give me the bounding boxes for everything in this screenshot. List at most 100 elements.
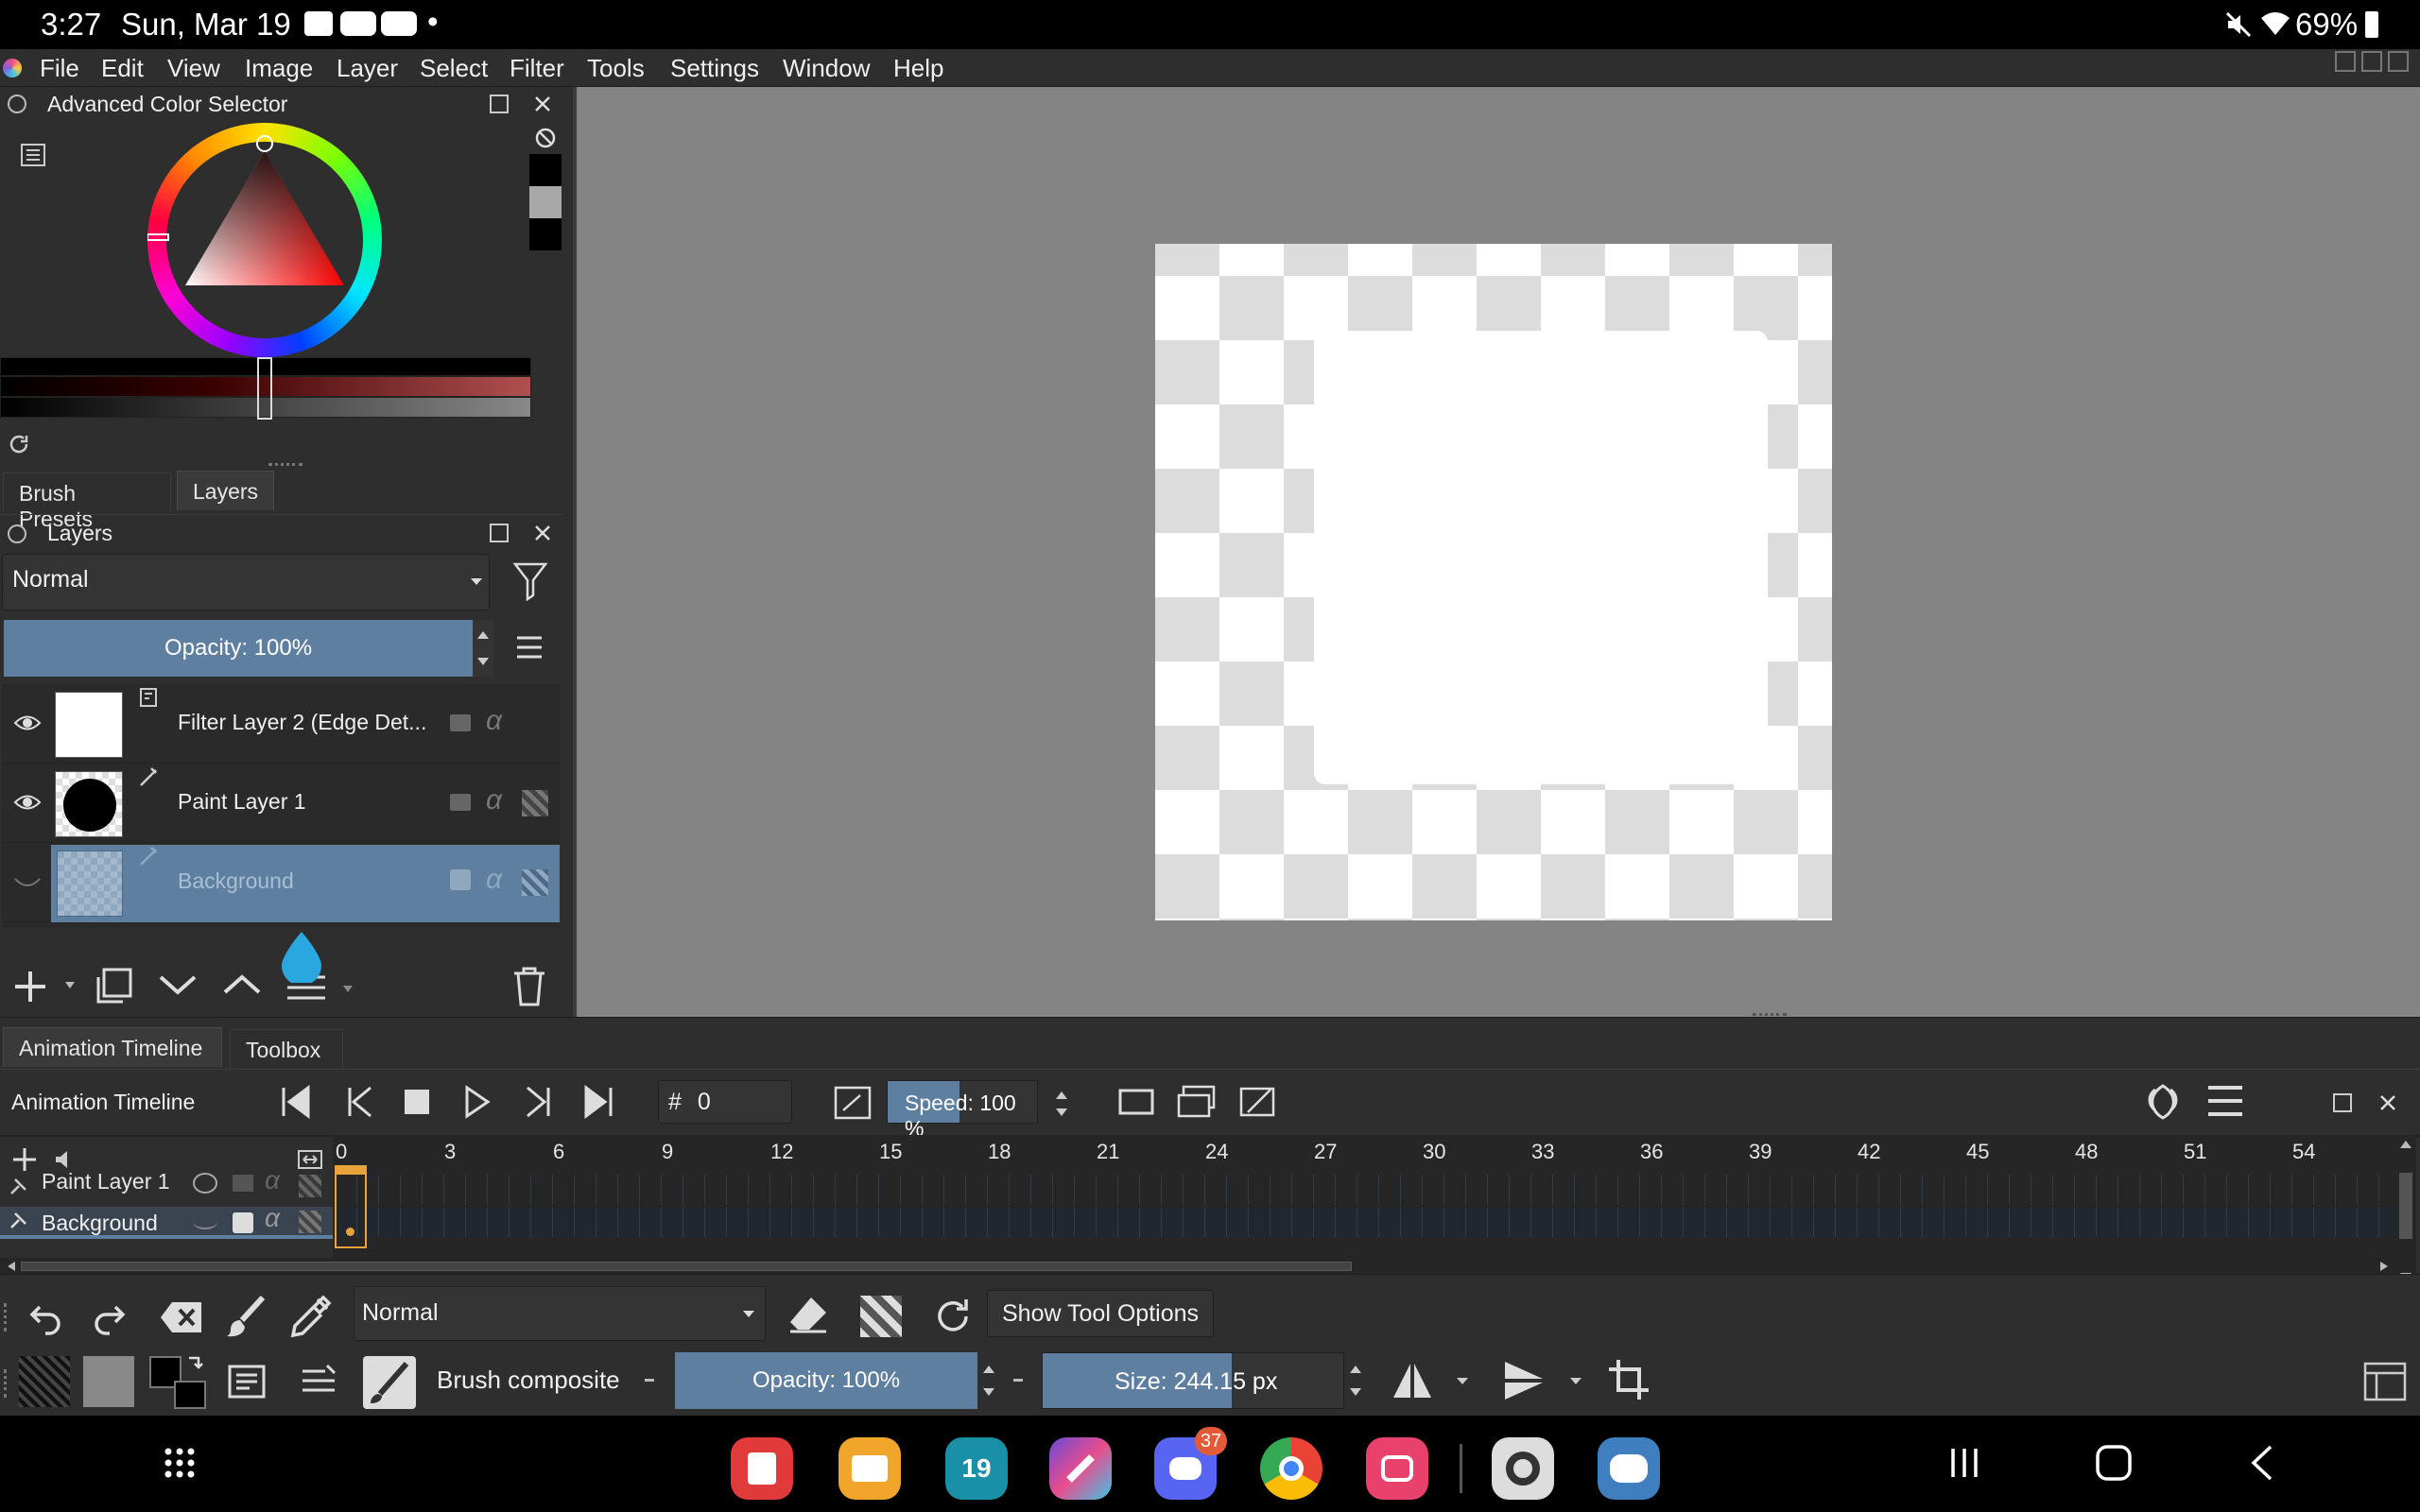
color-selector-settings-icon[interactable] bbox=[21, 144, 45, 166]
unlocked-icon[interactable] bbox=[450, 714, 471, 731]
menu-layer[interactable]: Layer bbox=[337, 54, 398, 83]
inherit-alpha-icon[interactable] bbox=[299, 1175, 321, 1197]
frame-row-background[interactable] bbox=[335, 1207, 2401, 1237]
opacity-spin-buttons[interactable] bbox=[979, 1358, 998, 1403]
timeline-settings-menu-icon[interactable] bbox=[2206, 1084, 2244, 1118]
brush-opacity-slider[interactable]: Opacity: 100% bbox=[675, 1352, 977, 1409]
notes-app-icon[interactable] bbox=[731, 1437, 793, 1500]
timeline-layer-row[interactable]: Paint Layer 1 α bbox=[0, 1165, 333, 1205]
inherit-alpha-icon[interactable] bbox=[299, 1211, 321, 1233]
float-docker-icon[interactable] bbox=[490, 524, 509, 542]
menu-select[interactable]: Select bbox=[420, 54, 488, 83]
brush-preset-thumbnail[interactable] bbox=[363, 1356, 416, 1409]
layer-blend-mode-select[interactable]: Normal bbox=[2, 554, 490, 610]
layers-menu-icon[interactable] bbox=[515, 635, 544, 660]
calendar-app-icon[interactable]: 19 bbox=[945, 1437, 1008, 1500]
timeline-layer-row[interactable]: Background α bbox=[0, 1203, 333, 1239]
krita-app-icon[interactable] bbox=[1049, 1437, 1112, 1500]
gradient-selector[interactable] bbox=[19, 1356, 70, 1407]
color-triangle[interactable] bbox=[147, 123, 382, 357]
alpha-lock-icon[interactable]: α bbox=[265, 1203, 280, 1233]
edit-brush-settings-icon[interactable] bbox=[227, 1362, 267, 1401]
menu-filter[interactable]: Filter bbox=[510, 54, 564, 83]
eye-visible-icon[interactable] bbox=[193, 1173, 217, 1194]
audio-options-icon[interactable] bbox=[1238, 1084, 1276, 1120]
play-button[interactable] bbox=[461, 1084, 493, 1120]
close-window-icon[interactable] bbox=[2388, 51, 2409, 72]
first-frame-button[interactable] bbox=[278, 1084, 314, 1120]
mirror-vertical-icon[interactable] bbox=[1501, 1358, 1547, 1403]
files-app-icon[interactable] bbox=[838, 1437, 901, 1500]
eye-visible-icon[interactable] bbox=[13, 792, 42, 813]
menu-edit[interactable]: Edit bbox=[101, 54, 144, 83]
layer-opacity-slider[interactable]: Opacity: 100% bbox=[4, 620, 473, 677]
menu-help[interactable]: Help bbox=[893, 54, 943, 83]
back-button[interactable] bbox=[2248, 1444, 2274, 1482]
app-drawer-icon[interactable] bbox=[163, 1446, 197, 1480]
brush-blend-mode-select[interactable]: Normal bbox=[354, 1286, 766, 1341]
clear-canvas-button[interactable] bbox=[159, 1299, 204, 1335]
pattern-selector[interactable] bbox=[83, 1356, 134, 1407]
recent-apps-button[interactable] bbox=[1949, 1447, 1979, 1479]
pin-icon[interactable] bbox=[8, 1177, 28, 1197]
canvas-area[interactable] bbox=[573, 87, 2420, 1017]
chevron-down-icon[interactable] bbox=[342, 985, 354, 994]
add-layer-button[interactable] bbox=[9, 966, 51, 1007]
layer-filter-icon[interactable] bbox=[512, 561, 548, 601]
swap-colors-icon[interactable] bbox=[185, 1354, 206, 1375]
last-frame-button[interactable] bbox=[580, 1084, 616, 1120]
chevron-down-icon[interactable] bbox=[1569, 1377, 1582, 1386]
eye-visible-icon[interactable] bbox=[13, 713, 42, 733]
lock-docker-icon[interactable] bbox=[8, 94, 26, 113]
inherit-alpha-icon[interactable] bbox=[522, 869, 548, 896]
onion-skin-icon[interactable] bbox=[2142, 1082, 2184, 1122]
float-docker-icon[interactable] bbox=[490, 94, 509, 113]
brush-tool-icon[interactable] bbox=[225, 1294, 268, 1339]
reset-color-icon[interactable] bbox=[534, 127, 557, 149]
frame-size-icon[interactable] bbox=[1176, 1084, 1218, 1120]
document-canvas[interactable] bbox=[1155, 244, 1832, 920]
audio-icon[interactable] bbox=[53, 1148, 76, 1171]
stop-button[interactable] bbox=[401, 1086, 433, 1118]
size-spin-buttons[interactable] bbox=[1346, 1358, 1365, 1403]
chevron-down-icon[interactable] bbox=[64, 981, 76, 990]
layer-row[interactable]: Paint Layer 1 α bbox=[2, 764, 560, 843]
menu-image[interactable]: Image bbox=[245, 54, 313, 83]
color-sliders[interactable] bbox=[0, 357, 531, 420]
brush-presets-icon[interactable] bbox=[299, 1362, 338, 1401]
docker-splitter[interactable] bbox=[268, 463, 302, 467]
tab-brush-presets[interactable]: Brush Presets bbox=[3, 472, 171, 531]
restore-window-icon[interactable] bbox=[2361, 51, 2382, 72]
frame-row-paint-layer-1[interactable] bbox=[335, 1175, 2401, 1205]
playback-speed-field[interactable]: Speed: 100 % bbox=[887, 1080, 1038, 1141]
minimize-window-icon[interactable] bbox=[2335, 51, 2356, 72]
alpha-lock-icon[interactable]: α bbox=[265, 1165, 280, 1195]
move-layer-down-button[interactable] bbox=[157, 971, 199, 998]
close-docker-icon[interactable] bbox=[2378, 1093, 2397, 1112]
layer-row[interactable]: Background α bbox=[2, 843, 560, 922]
opacity-spin-buttons[interactable] bbox=[473, 620, 493, 677]
current-frame-field[interactable]: # 0 bbox=[658, 1080, 792, 1124]
screen-recorder-app-icon[interactable] bbox=[1366, 1437, 1428, 1500]
tab-animation-timeline[interactable]: Animation Timeline bbox=[3, 1027, 222, 1067]
alpha-lock-icon[interactable]: α bbox=[486, 784, 502, 816]
locked-icon[interactable] bbox=[233, 1212, 253, 1233]
home-button[interactable] bbox=[2095, 1444, 2133, 1482]
tab-layers[interactable]: Layers bbox=[177, 471, 274, 510]
float-docker-icon[interactable] bbox=[2333, 1093, 2352, 1112]
brush-size-slider[interactable]: Size: 244.15 px bbox=[1042, 1352, 1344, 1409]
mirror-horizontal-icon[interactable] bbox=[1390, 1358, 1435, 1403]
close-docker-icon[interactable] bbox=[533, 524, 552, 542]
timeline-vertical-scrollbar[interactable] bbox=[2395, 1135, 2416, 1286]
drop-frames-toggle[interactable] bbox=[832, 1084, 873, 1122]
redo-button[interactable] bbox=[89, 1297, 127, 1335]
menu-window[interactable]: Window bbox=[783, 54, 870, 83]
eye-hidden-icon[interactable] bbox=[193, 1214, 217, 1229]
previous-frame-button[interactable] bbox=[342, 1084, 378, 1120]
next-frame-button[interactable] bbox=[520, 1084, 556, 1120]
crop-tool-icon[interactable] bbox=[1607, 1358, 1651, 1401]
godot-app-icon[interactable] bbox=[1598, 1437, 1660, 1500]
timeline-horizontal-scrollbar[interactable] bbox=[0, 1258, 2395, 1275]
workspace-chooser-icon[interactable] bbox=[2363, 1362, 2407, 1401]
color-history-swatches[interactable] bbox=[529, 154, 562, 250]
